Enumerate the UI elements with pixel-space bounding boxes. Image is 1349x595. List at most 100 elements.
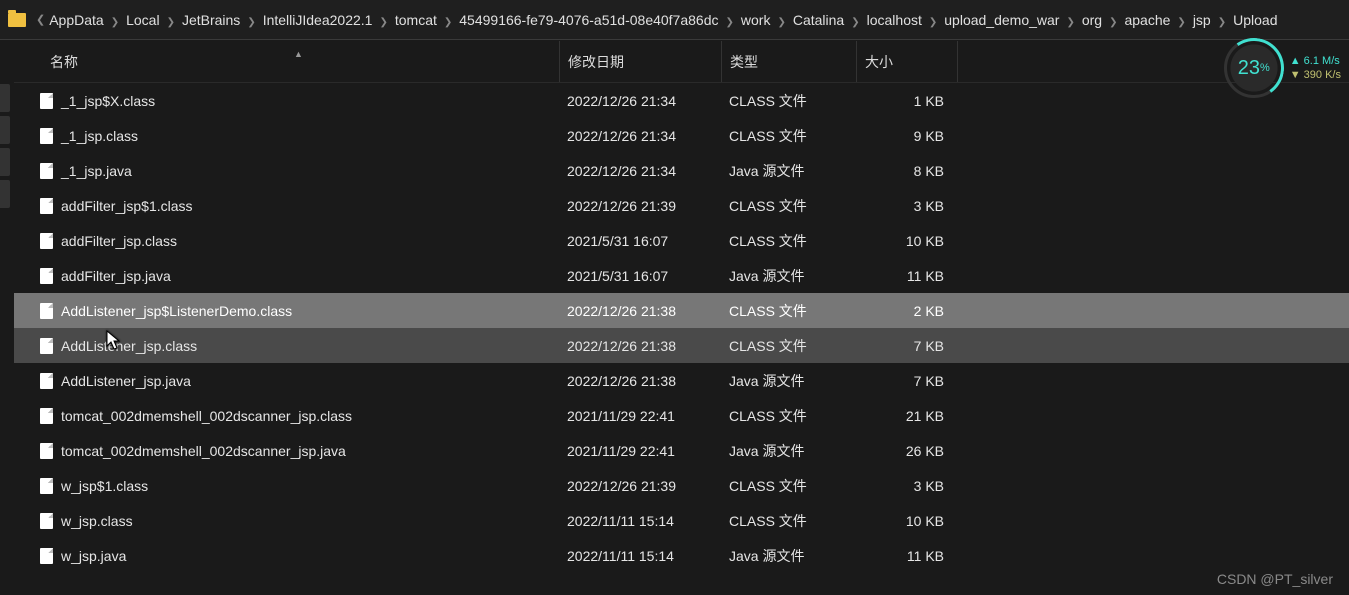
network-percent-circle: 23%	[1224, 38, 1284, 98]
breadcrumb-segment[interactable]: AppData	[49, 12, 103, 28]
breadcrumb-segment[interactable]: 45499166-fe79-4076-a51d-08e40f7a86dc	[459, 12, 718, 28]
file-type: CLASS 文件	[721, 91, 856, 111]
file-name: AddListener_jsp$ListenerDemo.class	[61, 303, 292, 319]
file-rows: _1_jsp$X.class2022/12/26 21:34CLASS 文件1 …	[14, 83, 1349, 573]
chevron-right-icon: ❯	[844, 17, 866, 28]
file-size: 1 KB	[856, 93, 958, 109]
breadcrumb-segment[interactable]: upload_demo_war	[944, 12, 1059, 28]
file-icon	[40, 93, 53, 109]
up-arrow-icon: ▲	[1290, 55, 1304, 67]
column-header-name-label: 名称	[50, 54, 78, 70]
edge-tab[interactable]	[0, 84, 10, 112]
file-size: 11 KB	[856, 548, 958, 564]
file-size: 7 KB	[856, 338, 958, 354]
file-type: Java 源文件	[721, 266, 856, 286]
file-icon	[40, 548, 53, 564]
file-size: 3 KB	[856, 478, 958, 494]
file-icon	[40, 373, 53, 389]
file-icon	[40, 163, 53, 179]
breadcrumb-bar: ❮ AppData❯Local❯JetBrains❯IntelliJIdea20…	[0, 0, 1349, 40]
file-date: 2022/12/26 21:34	[559, 93, 721, 109]
file-type: CLASS 文件	[721, 336, 856, 356]
breadcrumb-segment[interactable]: Local	[126, 12, 159, 28]
chevron-right-icon: ❯	[1059, 17, 1081, 28]
breadcrumb-segment[interactable]: org	[1082, 12, 1102, 28]
file-size: 7 KB	[856, 373, 958, 389]
table-row[interactable]: w_jsp$1.class2022/12/26 21:39CLASS 文件3 K…	[14, 468, 1349, 503]
breadcrumb-segment[interactable]: IntelliJIdea2022.1	[263, 12, 373, 28]
file-name: tomcat_002dmemshell_002dscanner_jsp.java	[61, 443, 346, 459]
breadcrumb-segment[interactable]: work	[741, 12, 771, 28]
file-type: CLASS 文件	[721, 301, 856, 321]
file-date: 2022/12/26 21:39	[559, 198, 721, 214]
file-type: CLASS 文件	[721, 476, 856, 496]
network-percent-suffix: %	[1260, 62, 1270, 74]
net-down-value: 390	[1304, 69, 1322, 81]
file-name: w_jsp$1.class	[61, 478, 148, 494]
column-header-row: 名称 ▲ 修改日期 类型 大小	[14, 41, 1349, 83]
folder-icon	[8, 13, 26, 27]
table-row[interactable]: _1_jsp$X.class2022/12/26 21:34CLASS 文件1 …	[14, 83, 1349, 118]
column-header-size[interactable]: 大小	[856, 41, 958, 82]
breadcrumb-segment[interactable]: localhost	[867, 12, 922, 28]
file-name: tomcat_002dmemshell_002dscanner_jsp.clas…	[61, 408, 352, 424]
edge-tab[interactable]	[0, 116, 10, 144]
network-meter: 23% ▲ 6.1 M/s ▼ 390 K/s	[1224, 38, 1341, 98]
sort-arrow-up-icon: ▲	[294, 49, 303, 59]
table-row[interactable]: AddListener_jsp.class2022/12/26 21:38CLA…	[14, 328, 1349, 363]
column-header-name[interactable]: 名称 ▲	[14, 52, 559, 72]
file-size: 3 KB	[856, 198, 958, 214]
breadcrumb-segment[interactable]: jsp	[1193, 12, 1211, 28]
file-type: CLASS 文件	[721, 126, 856, 146]
file-type: Java 源文件	[721, 441, 856, 461]
file-size: 8 KB	[856, 163, 958, 179]
file-type: Java 源文件	[721, 161, 856, 181]
file-icon	[40, 303, 53, 319]
net-up-unit: M/s	[1322, 55, 1340, 67]
file-date: 2021/11/29 22:41	[559, 408, 721, 424]
net-up-value: 6.1	[1304, 55, 1319, 67]
table-row[interactable]: tomcat_002dmemshell_002dscanner_jsp.clas…	[14, 398, 1349, 433]
table-row[interactable]: w_jsp.java 2022/11/11 15:14Java 源文件11 KB	[14, 538, 1349, 573]
network-percent-value: 23	[1238, 57, 1260, 80]
file-name: AddListener_jsp.class	[61, 338, 197, 354]
chevron-right-icon: ❯	[240, 17, 262, 28]
breadcrumb-back-chevron-icon[interactable]: ❮	[32, 13, 49, 26]
breadcrumb-segment[interactable]: Catalina	[793, 12, 844, 28]
file-name: w_jsp.class	[61, 513, 133, 529]
edge-tab[interactable]	[0, 148, 10, 176]
breadcrumb-segment[interactable]: JetBrains	[182, 12, 240, 28]
table-row[interactable]: AddListener_jsp.java2022/12/26 21:38Java…	[14, 363, 1349, 398]
file-date: 2021/5/31 16:07	[559, 233, 721, 249]
file-name: addFilter_jsp.class	[61, 233, 177, 249]
table-row[interactable]: addFilter_jsp$1.class2022/12/26 21:39CLA…	[14, 188, 1349, 223]
table-row[interactable]: w_jsp.class2022/11/11 15:14CLASS 文件10 KB	[14, 503, 1349, 538]
table-row[interactable]: AddListener_jsp$ListenerDemo.class 2022/1…	[14, 293, 1349, 328]
file-size: 11 KB	[856, 268, 958, 284]
table-row[interactable]: addFilter_jsp.class2021/5/31 16:07CLASS …	[14, 223, 1349, 258]
file-type: CLASS 文件	[721, 511, 856, 531]
column-header-type[interactable]: 类型	[721, 41, 856, 82]
table-row[interactable]: _1_jsp.class2022/12/26 21:34CLASS 文件9 KB	[14, 118, 1349, 153]
file-type: Java 源文件	[721, 546, 856, 566]
breadcrumb-segment[interactable]: tomcat	[395, 12, 437, 28]
table-row[interactable]: _1_jsp.java2022/12/26 21:34Java 源文件8 KB	[14, 153, 1349, 188]
file-pane: 名称 ▲ 修改日期 类型 大小 _1_jsp$X.class2022/12/26…	[14, 41, 1349, 595]
file-date: 2022/12/26 21:34	[559, 163, 721, 179]
file-size: 9 KB	[856, 128, 958, 144]
table-row[interactable]: addFilter_jsp.java2021/5/31 16:07Java 源文…	[14, 258, 1349, 293]
file-name: w_jsp.java	[61, 548, 126, 564]
breadcrumb-segment[interactable]: apache	[1124, 12, 1170, 28]
left-edge-tabs	[0, 80, 14, 212]
column-header-date[interactable]: 修改日期	[559, 41, 721, 82]
file-date: 2022/11/11 15:14	[559, 548, 721, 564]
file-icon	[40, 128, 53, 144]
table-row[interactable]: tomcat_002dmemshell_002dscanner_jsp.java…	[14, 433, 1349, 468]
file-size: 2 KB	[856, 303, 958, 319]
breadcrumb-segment[interactable]: Upload	[1233, 12, 1277, 28]
edge-tab[interactable]	[0, 180, 10, 208]
file-size: 21 KB	[856, 408, 958, 424]
file-type: Java 源文件	[721, 371, 856, 391]
file-date: 2022/12/26 21:38	[559, 303, 721, 319]
chevron-right-icon: ❯	[104, 17, 126, 28]
